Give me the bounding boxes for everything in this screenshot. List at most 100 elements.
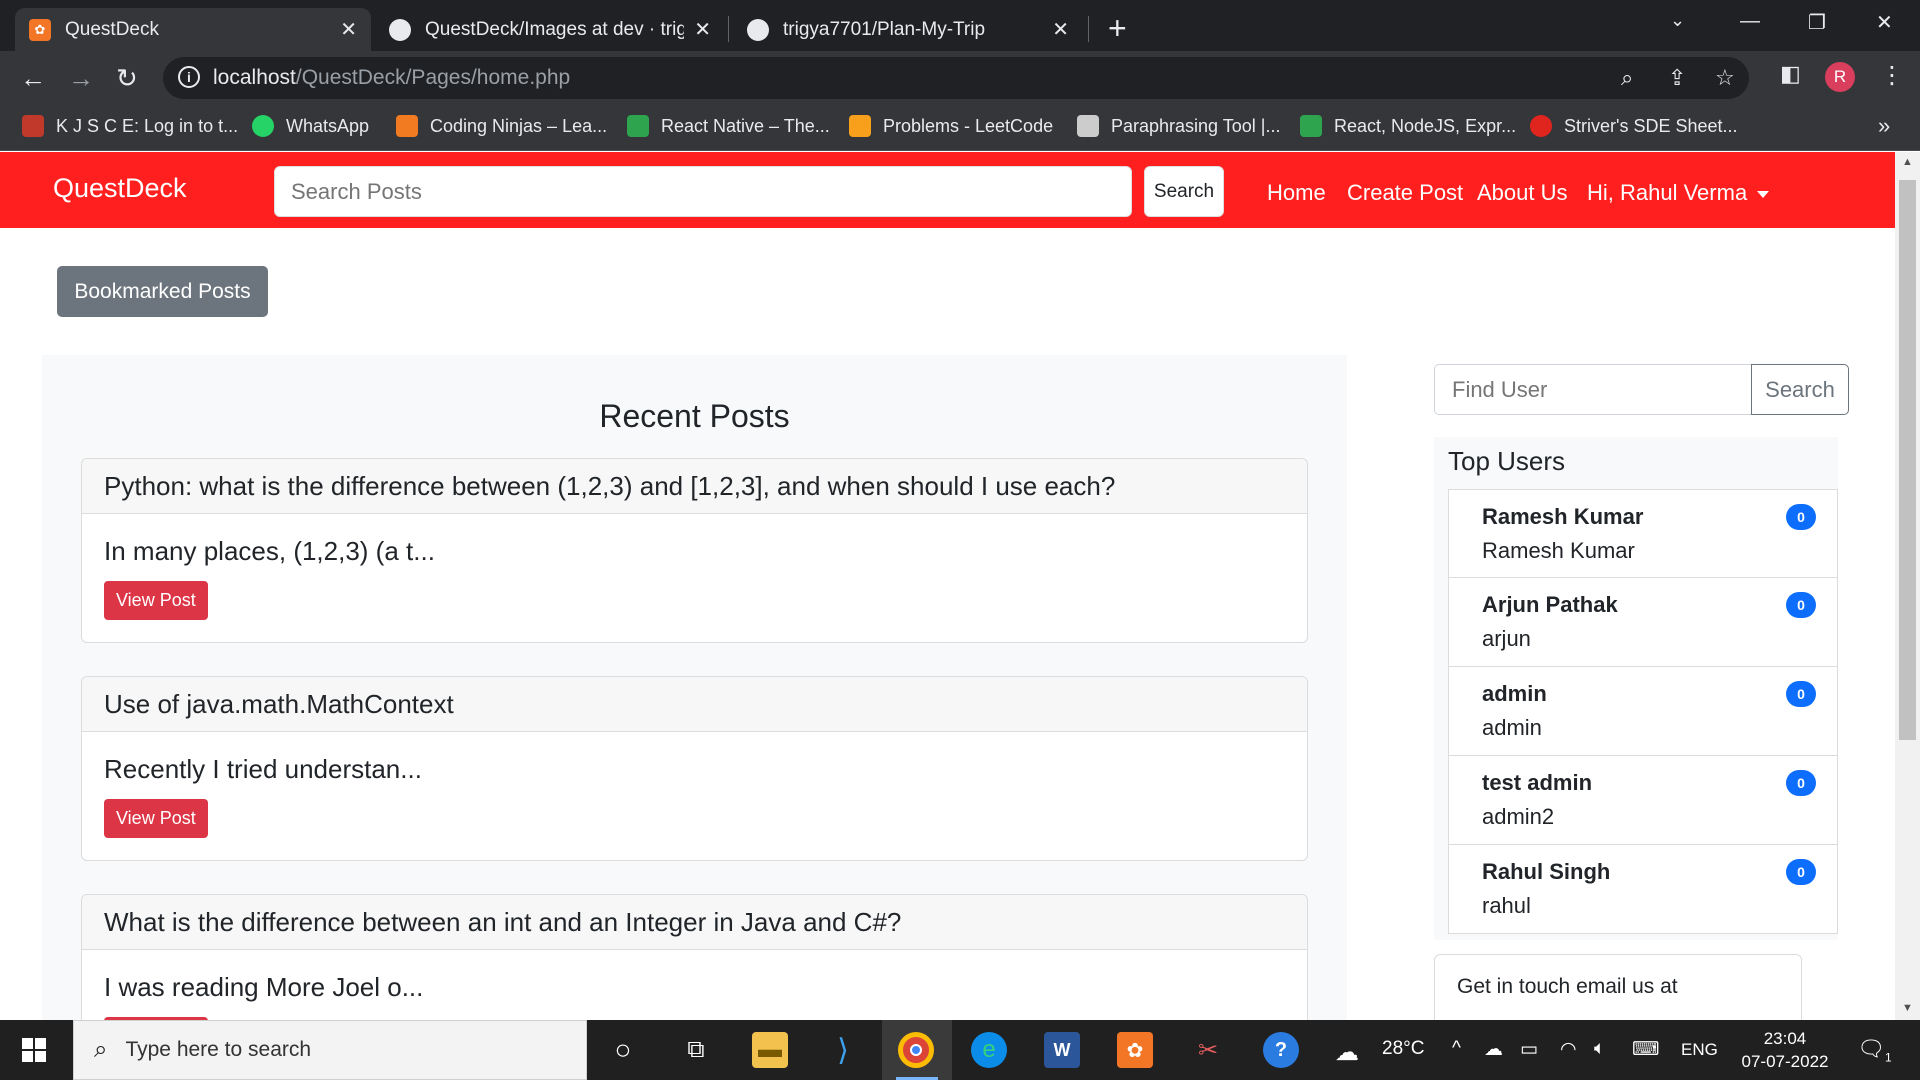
bookmark-react-native[interactable]: React Native – The...: [627, 115, 830, 137]
user-name: Rahul Singh: [1482, 859, 1611, 884]
cortana-icon[interactable]: ○: [605, 1032, 641, 1068]
word-icon[interactable]: W: [1044, 1032, 1080, 1068]
post-title: Python: what is the difference between (…: [82, 459, 1307, 514]
keyboard-icon[interactable]: ⌨: [1632, 1038, 1659, 1061]
search-posts-button[interactable]: Search: [1144, 166, 1224, 217]
coding-ninjas-icon: [396, 115, 418, 137]
edge-icon[interactable]: e: [971, 1032, 1007, 1068]
user-list-item[interactable]: Arjun Pathak arjun 0: [1448, 578, 1838, 667]
user-list-item[interactable]: test admin admin2 0: [1448, 756, 1838, 845]
scroll-down-icon[interactable]: ▼: [1902, 1002, 1913, 1014]
weather-cloud-icon[interactable]: ☁: [1335, 1038, 1359, 1067]
search-icon: ⌕: [94, 1036, 108, 1063]
bookmarked-posts-button[interactable]: Bookmarked Posts: [57, 266, 268, 317]
taskbar-search-box[interactable]: ⌕ Type here to search: [73, 1020, 587, 1080]
post-title: Use of java.math.MathContext: [82, 677, 1307, 732]
user-greeting: Hi, Rahul Verma: [1587, 180, 1748, 205]
tab-questdeck[interactable]: ✿ QuestDeck ✕: [15, 8, 371, 51]
bookmark-leetcode[interactable]: Problems - LeetCode: [849, 115, 1053, 137]
tray-chevron-icon[interactable]: ^: [1452, 1038, 1461, 1060]
page-scrollbar[interactable]: ▲ ▼: [1895, 152, 1920, 1020]
zoom-icon[interactable]: ⌕: [1621, 65, 1633, 91]
close-tab-icon[interactable]: ✕: [340, 17, 357, 42]
post-card: What is the difference between an int an…: [81, 894, 1308, 1020]
side-panel-icon[interactable]: ◧: [1780, 61, 1801, 87]
taskbar-search-placeholder: Type here to search: [125, 1038, 312, 1061]
bookmark-whatsapp[interactable]: WhatsApp: [252, 115, 369, 137]
post-excerpt: I was reading More Joel o...: [104, 972, 424, 1002]
vscode-icon[interactable]: ⟩: [825, 1032, 861, 1068]
user-list-item[interactable]: Ramesh Kumar Ramesh Kumar 0: [1448, 489, 1838, 578]
scrollbar-thumb[interactable]: [1899, 180, 1916, 740]
profile-avatar[interactable]: R: [1825, 62, 1855, 92]
file-explorer-icon[interactable]: ▬: [752, 1032, 788, 1068]
battery-icon[interactable]: ▭: [1520, 1038, 1538, 1061]
view-post-button[interactable]: View Post: [104, 581, 208, 620]
post-count-badge: 0: [1786, 592, 1816, 618]
nav-home[interactable]: Home: [1267, 180, 1326, 206]
user-name: admin: [1482, 681, 1547, 706]
user-name: Arjun Pathak: [1482, 592, 1618, 617]
tab-divider: [1088, 16, 1089, 42]
user-list-item[interactable]: Rahul Singh rahul 0: [1448, 845, 1838, 934]
bookmark-coding-ninjas[interactable]: Coding Ninjas – Lea...: [396, 115, 607, 137]
kjsce-icon: [22, 115, 44, 137]
close-tab-icon[interactable]: ✕: [694, 17, 711, 42]
chrome-icon[interactable]: [898, 1032, 934, 1068]
whatsapp-icon: [252, 115, 274, 137]
user-menu-dropdown[interactable]: Hi, Rahul Verma: [1587, 180, 1770, 206]
view-post-button[interactable]: View Post: [104, 799, 208, 838]
wifi-icon[interactable]: ◠: [1560, 1038, 1577, 1061]
post-count-badge: 0: [1786, 859, 1816, 885]
page-viewport: QuestDeck Search Home Create Post About …: [0, 152, 1895, 1020]
bookmark-paraphrasing[interactable]: Paraphrasing Tool |...: [1077, 115, 1280, 137]
recent-posts-panel: Recent Posts Python: what is the differe…: [42, 355, 1347, 1020]
back-icon[interactable]: ←: [20, 63, 46, 94]
search-posts-input[interactable]: [274, 166, 1132, 217]
new-tab-icon[interactable]: +: [1108, 10, 1127, 47]
close-window-icon[interactable]: ✕: [1876, 10, 1893, 35]
bookmark-kjsce[interactable]: K J S C E: Log in to t...: [22, 115, 238, 137]
url-text[interactable]: localhost/QuestDeck/Pages/home.php: [213, 66, 570, 90]
more-bookmarks-icon[interactable]: »: [1878, 113, 1890, 139]
notification-icon[interactable]: 🗨︎1: [1857, 1036, 1892, 1064]
xampp-icon: ✿: [29, 18, 51, 41]
restore-icon[interactable]: ❐: [1808, 10, 1826, 35]
xampp-taskbar-icon[interactable]: ✿: [1117, 1032, 1153, 1068]
chrome-menu-icon[interactable]: ⋮: [1880, 61, 1904, 90]
tab-search-chevron-icon[interactable]: ⌄: [1670, 10, 1685, 31]
onedrive-icon[interactable]: ☁: [1484, 1038, 1503, 1061]
bookmark-striver[interactable]: Striver's SDE Sheet...: [1530, 115, 1738, 137]
windows-taskbar: ⌕ Type here to search ○ ⧉ ▬ ⟩ e W ✿ ✂ ? …: [0, 1020, 1920, 1080]
system-clock[interactable]: 23:04 07-07-2022: [1735, 1027, 1835, 1073]
language-indicator[interactable]: ENG: [1681, 1040, 1718, 1060]
bookmark-star-icon[interactable]: ☆: [1715, 65, 1735, 91]
post-excerpt: Recently I tried understan...: [104, 754, 422, 784]
tab-github-images[interactable]: QuestDeck/Images at dev · trigya ✕: [375, 8, 725, 51]
minimize-icon[interactable]: —: [1740, 10, 1760, 33]
find-user-input[interactable]: [1434, 364, 1752, 415]
user-list-item[interactable]: admin admin 0: [1448, 667, 1838, 756]
site-info-icon[interactable]: i: [178, 66, 200, 88]
snipping-tool-icon[interactable]: ✂: [1190, 1032, 1226, 1068]
tab-title: trigya7701/Plan-My-Trip: [783, 18, 986, 40]
tab-plan-my-trip[interactable]: trigya7701/Plan-My-Trip ✕: [733, 8, 1083, 51]
brand-logo[interactable]: QuestDeck: [53, 173, 187, 204]
windows-start-icon[interactable]: [22, 1038, 46, 1062]
help-icon[interactable]: ?: [1263, 1032, 1299, 1068]
address-bar[interactable]: i localhost/QuestDeck/Pages/home.php ⌕ ⇪…: [163, 57, 1749, 99]
task-view-icon[interactable]: ⧉: [678, 1032, 714, 1068]
nav-about-us[interactable]: About Us: [1477, 180, 1568, 206]
scroll-up-icon[interactable]: ▲: [1902, 156, 1913, 168]
find-user-button[interactable]: Search: [1751, 364, 1849, 415]
nav-create-post[interactable]: Create Post: [1347, 180, 1463, 206]
bookmark-react-node[interactable]: React, NodeJS, Expr...: [1300, 115, 1516, 137]
reload-icon[interactable]: ↻: [116, 63, 138, 94]
bookmarks-bar: K J S C E: Log in to t... WhatsApp Codin…: [0, 105, 1920, 151]
temperature-text[interactable]: 28°C: [1382, 1038, 1424, 1060]
site-navbar: QuestDeck Search Home Create Post About …: [0, 152, 1895, 228]
share-icon[interactable]: ⇪: [1668, 65, 1686, 91]
forward-icon[interactable]: →: [68, 63, 94, 94]
volume-icon[interactable]: 🔈︎: [1594, 1038, 1605, 1060]
close-tab-icon[interactable]: ✕: [1052, 17, 1069, 42]
